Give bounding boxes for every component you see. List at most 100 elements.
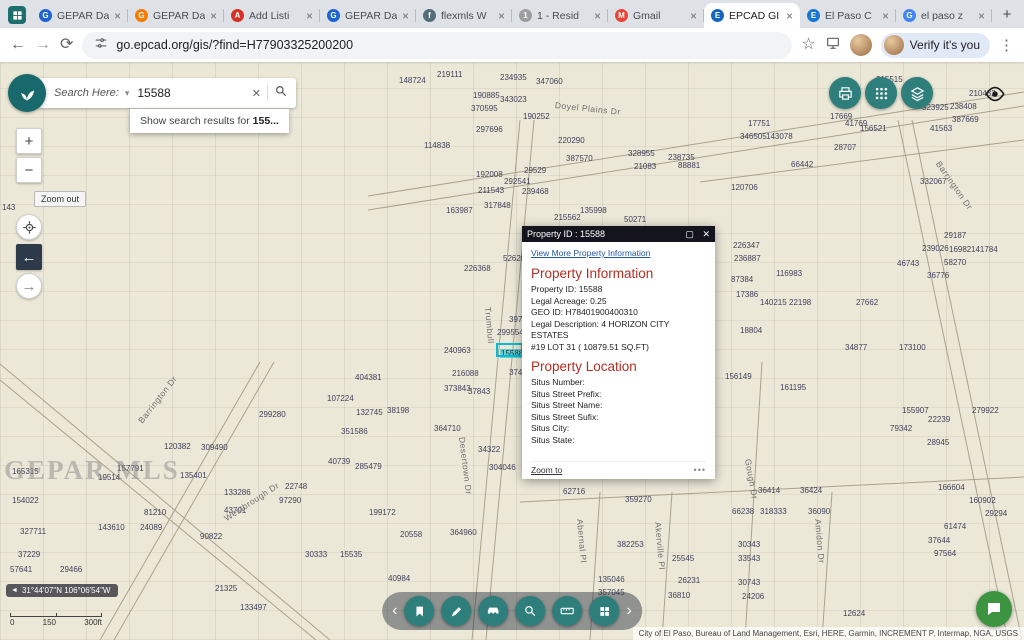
magnifier-button[interactable] — [516, 596, 546, 626]
popup-titlebar[interactable]: Property ID : 15588 ▢ ✕ — [522, 226, 715, 242]
toolbar-right-chevron-icon[interactable]: › — [627, 602, 632, 620]
suggestion-prefix: Show search results for — [140, 115, 253, 127]
coords-arrow-icon[interactable]: ◄ — [11, 587, 18, 594]
forward-button[interactable]: → — [35, 37, 51, 53]
tab-strip: GGEPAR Da×GGEPAR Da×AAdd Listi×GGEPAR Da… — [0, 0, 1024, 28]
tab-close-icon[interactable]: × — [402, 10, 409, 22]
browser-tab[interactable]: EEPCAD GI× — [704, 3, 800, 28]
parcel-label: 133286 — [224, 488, 251, 497]
parcel-label: 370595 — [471, 104, 498, 113]
tab-close-icon[interactable]: × — [690, 10, 697, 22]
layers-button[interactable] — [901, 77, 933, 109]
parcel-label: 309490 — [201, 443, 228, 452]
parcel-label: 154022 — [12, 496, 39, 505]
parcel-label: 120706 — [731, 183, 758, 192]
search-box[interactable]: Search Here: ▾ ✕ — [38, 78, 296, 108]
search-input[interactable] — [135, 85, 245, 101]
pencil-button[interactable] — [442, 596, 472, 626]
previous-extent-button[interactable]: ← — [16, 244, 42, 270]
zoom-out-button[interactable]: − — [16, 157, 42, 183]
parcel-label: 90822 — [200, 532, 222, 541]
reload-button[interactable]: ⟳ — [60, 37, 73, 53]
parcel-label: 211543 — [478, 186, 504, 195]
popup-close-icon[interactable]: ✕ — [702, 229, 710, 239]
new-tab-button[interactable]: + — [996, 3, 1018, 25]
popup-field: Situs City: — [531, 423, 706, 435]
browser-tab[interactable]: MGmail× — [608, 3, 704, 28]
browser-logo-icon[interactable] — [8, 6, 26, 24]
coordinates-readout: ◄ 31°44'07"N 106°06'54"W — [6, 584, 118, 597]
share-icon[interactable] — [825, 35, 841, 56]
browser-tab[interactable]: EEl Paso C× — [800, 3, 896, 28]
gis-logo-icon[interactable] — [8, 74, 46, 112]
toolbar-left-chevron-icon[interactable]: ‹ — [392, 602, 397, 620]
map-canvas[interactable]: 1487242191112349353470601908853430233705… — [0, 62, 1024, 640]
chat-button[interactable] — [976, 591, 1012, 627]
browser-tab[interactable]: GGEPAR Da× — [320, 3, 416, 28]
parcel-label: 88881 — [678, 161, 700, 170]
print-button[interactable] — [829, 77, 861, 109]
apps-button[interactable] — [865, 77, 897, 109]
coordinates-text: 31°44'07"N 106°06'54"W — [22, 586, 111, 595]
browser-tab[interactable]: AAdd Listi× — [224, 3, 320, 28]
site-info-icon[interactable] — [94, 36, 108, 55]
clear-search-icon[interactable]: ✕ — [252, 87, 261, 100]
parcel-label: 36414 — [758, 486, 780, 495]
zoom-to-link[interactable]: Zoom to — [531, 465, 562, 475]
browser-tab[interactable]: 11 - Resid× — [512, 3, 608, 28]
suggestion-term: 155... — [253, 115, 279, 127]
parcel-label: 37843 — [468, 387, 490, 396]
browser-tab[interactable]: GGEPAR Da× — [32, 3, 128, 28]
browser-tab[interactable]: GGEPAR Da× — [128, 3, 224, 28]
locate-button[interactable] — [16, 214, 42, 240]
parcel-label: 66238 — [732, 507, 754, 516]
back-button[interactable]: ← — [10, 37, 26, 53]
popup-maximize-icon[interactable]: ▢ — [685, 229, 694, 239]
tab-favicon-icon: E — [711, 9, 724, 22]
parcel-label: 351586 — [341, 427, 368, 436]
measure-button[interactable] — [553, 596, 583, 626]
parcel-label: 155907 — [902, 406, 929, 415]
popup-more-icon[interactable]: ••• — [694, 465, 706, 475]
tab-favicon-icon: E — [807, 9, 820, 22]
car-button[interactable] — [479, 596, 509, 626]
bookmark-button[interactable] — [405, 596, 435, 626]
tab-close-icon[interactable]: × — [786, 10, 793, 22]
tab-favicon-icon: G — [327, 9, 340, 22]
browser-tab[interactable]: fflexmls W× — [416, 3, 512, 28]
tab-close-icon[interactable]: × — [498, 10, 505, 22]
tab-close-icon[interactable]: × — [306, 10, 313, 22]
url-text: go.epcad.org/gis/?find=H77903325200200 — [116, 38, 353, 52]
parcel-label: 20558 — [400, 530, 422, 539]
parcel-label: 27662 — [856, 298, 878, 307]
profile-avatar[interactable] — [850, 34, 872, 56]
verify-chip[interactable]: Verify it's you — [881, 33, 990, 58]
search-icon[interactable] — [274, 84, 288, 103]
parcel-label: 285479 — [355, 462, 382, 471]
tab-close-icon[interactable]: × — [882, 10, 889, 22]
browser-tab[interactable]: Gel paso z× — [896, 3, 992, 28]
next-extent-button[interactable]: → — [16, 273, 42, 299]
parcel-label: 114838 — [424, 141, 450, 150]
view-more-link[interactable]: View More Property Information — [531, 248, 706, 258]
parcel-label: 173100 — [899, 343, 926, 352]
popup-field: Situs Street Sufix: — [531, 412, 706, 424]
selected-parcel-highlight[interactable] — [496, 343, 523, 357]
search-suggestion[interactable]: Show search results for 155... — [130, 109, 289, 133]
zoom-in-button[interactable]: + — [16, 128, 42, 154]
tab-label: flexmls W — [441, 10, 493, 22]
address-bar[interactable]: go.epcad.org/gis/?find=H77903325200200 — [82, 32, 792, 59]
bookmark-star-icon[interactable]: ☆ — [801, 37, 815, 53]
tab-close-icon[interactable]: × — [594, 10, 601, 22]
visibility-eye-icon[interactable] — [984, 83, 1006, 110]
scale-mid: 150 — [43, 618, 56, 627]
tab-close-icon[interactable]: × — [210, 10, 217, 22]
chevron-down-icon[interactable]: ▾ — [125, 88, 130, 99]
popup-body: View More Property Information Property … — [522, 242, 715, 479]
parcel-label: 160902 — [969, 496, 996, 505]
tab-close-icon[interactable]: × — [114, 10, 121, 22]
basemap-button[interactable] — [590, 596, 620, 626]
tab-close-icon[interactable]: × — [978, 10, 985, 22]
menu-icon[interactable]: ⋮ — [999, 38, 1014, 53]
parcel-label: 30743 — [738, 578, 760, 587]
